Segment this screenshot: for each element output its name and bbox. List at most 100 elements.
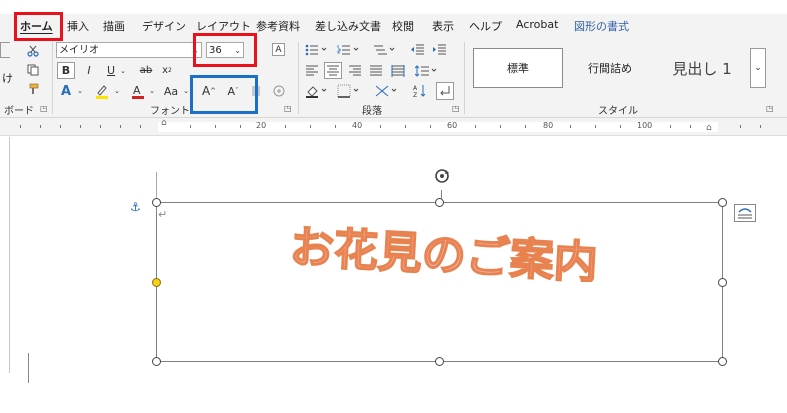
svg-text:A: A [413,85,418,92]
resize-handle-bottom-right[interactable] [718,357,727,366]
borders-icon[interactable] [336,82,362,100]
chevron-down-icon[interactable]: ⌄ [113,86,121,96]
resize-handle-bottom-left[interactable] [152,357,161,366]
cut-icon[interactable] [26,44,40,58]
underline-button[interactable]: U [103,62,119,79]
style-no-spacing[interactable]: 行間詰め [568,48,652,88]
asian-layout-icon[interactable] [374,82,400,100]
ruler-tick [40,125,41,128]
first-line-indent-marker[interactable]: ⌂ [161,118,167,128]
highlight-color-button[interactable] [93,82,111,100]
ruler-tick [190,125,191,128]
copy-icon[interactable] [26,63,40,77]
tab-layout[interactable]: レイアウト [196,18,251,34]
format-painter-icon[interactable] [26,82,40,96]
tab-references[interactable]: 参考資料 [256,18,300,34]
ruler-tick [285,125,286,128]
multilevel-list-icon[interactable] [372,42,398,58]
ruler-tick [310,125,311,128]
separator [52,42,53,114]
tab-mailings[interactable]: 差し込み文書 [315,18,381,34]
decrease-indent-icon[interactable] [410,42,426,58]
justify-icon[interactable] [368,62,384,79]
resize-handle-top-left[interactable] [152,198,161,207]
sort-icon[interactable]: AZ [412,82,428,100]
font-color-button[interactable]: A [130,82,146,100]
resize-handle-top-right[interactable] [718,198,727,207]
align-left-icon[interactable] [304,62,320,79]
highlight-font-size [193,33,257,67]
ruler-mark: 20 [256,121,267,130]
ruler-tick [20,125,21,128]
tab-acrobat[interactable]: Acrobat [516,18,558,31]
distributed-icon[interactable] [390,62,406,79]
ruler-mark: 80 [543,121,554,130]
increase-indent-icon[interactable] [432,42,448,58]
wordart-text: お花見のご案内 [289,222,599,282]
horizontal-ruler[interactable]: 20 40 60 80 100 ⌂ ⌂ [0,118,787,136]
layout-options-button[interactable] [734,204,756,222]
styles-group-label: スタイル [598,106,638,117]
ruler-tick [335,125,336,128]
font-launcher-icon[interactable]: ◳ [284,104,292,113]
page-left-edge [9,137,10,373]
bold-button[interactable]: B [57,62,75,79]
font-name-box[interactable]: メイリオ ⌄ [56,42,202,58]
align-right-icon[interactable] [347,62,363,79]
shading-icon[interactable] [304,82,330,100]
style-no-spacing-label: 行間詰め [588,62,632,75]
tab-view[interactable]: 表示 [432,18,454,34]
paste-icon[interactable] [0,42,10,58]
chevron-down-icon[interactable]: ⌄ [119,66,127,76]
adjust-handle[interactable] [152,278,161,287]
paragraph-launcher-icon[interactable]: ◳ [452,104,460,113]
show-hide-marks-button[interactable] [436,82,454,100]
rotate-handle-icon[interactable] [431,166,453,190]
chevron-down-icon: ⌄ [754,63,762,73]
ruler-tick [120,125,121,128]
style-normal-label: 標準 [507,62,529,75]
paste-label[interactable]: け [2,70,13,86]
layout-options-icon [738,208,752,219]
chevron-down-icon[interactable]: ⌄ [76,86,84,96]
right-indent-marker[interactable]: ⌂ [706,123,712,133]
italic-label: I [87,64,91,77]
numbering-icon[interactable] [336,42,362,58]
resize-handle-top[interactable] [435,198,444,207]
subscript-button[interactable]: x2 [160,62,174,79]
tab-help[interactable]: ヘルプ [469,18,502,34]
anchor-icon[interactable]: ⚓ [130,200,141,214]
ruler-tick [215,125,216,128]
bullets-icon[interactable] [304,42,330,58]
strike-label: ab [139,65,153,76]
wordart-title[interactable]: お花見のご案内 [262,222,627,282]
tab-insert[interactable]: 挿入 [67,18,89,34]
strikethrough-button[interactable]: ab [137,62,155,79]
resize-handle-bottom[interactable] [435,357,444,366]
change-case-button[interactable]: Aa [160,82,182,100]
chevron-down-icon[interactable]: ⌄ [148,86,156,96]
ruler-mark: 100 [637,121,653,130]
style-heading-1[interactable]: 見出し 1 [656,48,748,88]
chevron-down-icon[interactable]: ⌄ [182,86,190,96]
tab-review[interactable]: 校閲 [392,18,414,34]
italic-button[interactable]: I [82,62,96,79]
ruler-tick [380,125,381,128]
tab-draw[interactable]: 描画 [103,18,125,34]
line-spacing-icon[interactable] [414,62,440,79]
clipboard-launcher-icon[interactable]: ◳ [40,104,48,113]
ruler-tick [525,125,526,128]
tab-shape-format[interactable]: 図形の書式 [574,18,629,34]
styles-more-button[interactable]: ⌄ [750,48,766,88]
styles-launcher-icon[interactable]: ◳ [766,104,774,113]
tab-design[interactable]: デザイン [142,18,186,34]
separator [464,42,465,114]
change-case-label: Aa [163,84,179,98]
text-effects-icon[interactable]: A [58,82,74,100]
enclose-characters-icon[interactable] [272,84,286,98]
clear-formatting-button[interactable]: A [272,43,285,56]
style-normal[interactable]: 標準 [473,48,563,88]
style-heading-1-label: 見出し 1 [672,59,732,78]
resize-handle-right[interactable] [718,278,727,287]
align-center-button[interactable] [324,62,342,79]
